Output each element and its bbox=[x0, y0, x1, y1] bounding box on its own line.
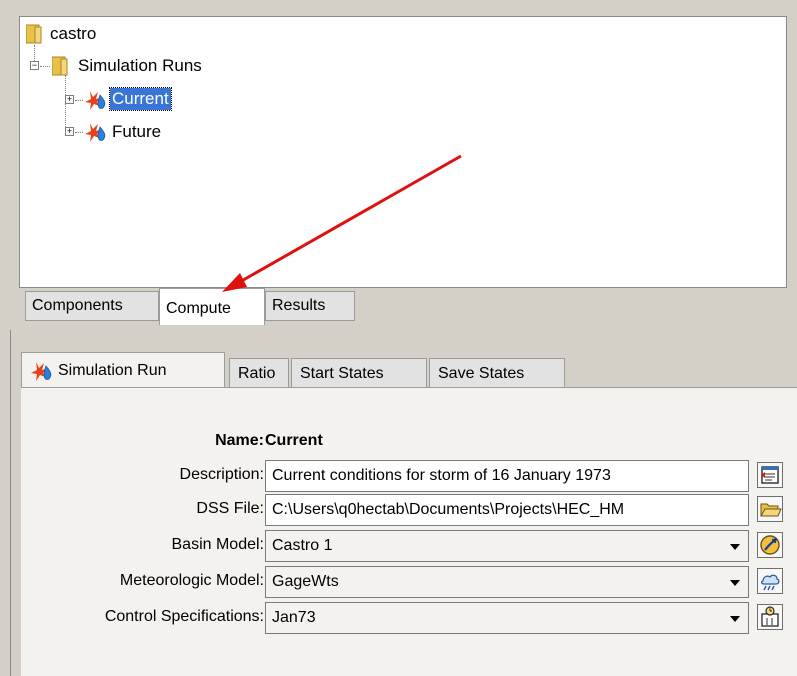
expand-icon[interactable]: + bbox=[65, 95, 74, 104]
control-specifications-value: Jan73 bbox=[272, 609, 316, 626]
tab-label: Components bbox=[32, 297, 123, 314]
watershed-explorer-tree[interactable]: castro − Simulation Runs + Current + Fut… bbox=[19, 16, 787, 288]
chevron-down-icon bbox=[730, 544, 740, 550]
chevron-down-icon bbox=[730, 580, 740, 586]
simulation-run-icon bbox=[31, 362, 52, 381]
hec-hms-window: castro − Simulation Runs + Current + Fut… bbox=[0, 0, 797, 676]
basin-model-open-button[interactable] bbox=[757, 532, 783, 558]
simulation-run-icon bbox=[85, 91, 106, 110]
collapse-icon[interactable]: − bbox=[30, 61, 39, 70]
folder-icon bbox=[26, 24, 42, 44]
tree-label-simulation-runs: Simulation Runs bbox=[78, 56, 202, 75]
tab-label: Save States bbox=[438, 365, 525, 382]
tab-simulation-run[interactable]: Simulation Run bbox=[21, 352, 225, 389]
chevron-down-icon bbox=[730, 616, 740, 622]
meteorologic-model-value: GageWts bbox=[272, 573, 339, 590]
tab-results[interactable]: Results bbox=[265, 291, 355, 321]
tab-compute[interactable]: Compute bbox=[159, 288, 265, 325]
tab-components[interactable]: Components bbox=[25, 291, 159, 321]
calendar-clock-icon bbox=[761, 606, 779, 627]
control-specifications-open-button[interactable] bbox=[757, 604, 783, 630]
description-label: Description: bbox=[179, 466, 264, 483]
description-editor-button[interactable] bbox=[757, 462, 783, 488]
folder-icon bbox=[52, 56, 68, 76]
dss-file-browse-button[interactable] bbox=[757, 496, 783, 522]
basin-model-select[interactable]: Castro 1 bbox=[265, 530, 749, 562]
name-row: Name: Current bbox=[21, 426, 797, 460]
dss-file-label: DSS File: bbox=[196, 500, 264, 517]
dss-file-field[interactable]: C:\Users\q0hectab\Documents\Projects\HEC… bbox=[265, 494, 749, 526]
tab-save-states[interactable]: Save States bbox=[429, 358, 565, 388]
component-editor: Simulation Run Ratio Start States Save S… bbox=[10, 330, 797, 676]
meteorologic-model-row: Meteorologic Model: GageWts bbox=[21, 566, 797, 600]
tree-label-root: castro bbox=[50, 24, 97, 43]
simulation-run-icon bbox=[85, 123, 106, 142]
tab-start-states[interactable]: Start States bbox=[291, 358, 427, 388]
name-value: Current bbox=[265, 432, 323, 449]
basin-model-value: Castro 1 bbox=[272, 537, 333, 554]
basin-model-icon bbox=[760, 535, 780, 555]
weather-icon bbox=[761, 574, 780, 591]
control-specifications-select[interactable]: Jan73 bbox=[265, 602, 749, 634]
tree-label-run-future: Future bbox=[112, 122, 162, 141]
description-row: Description: Current conditions for stor… bbox=[21, 460, 797, 494]
meteorologic-model-label: Meteorologic Model: bbox=[119, 572, 264, 589]
basin-model-row: Basin Model: Castro 1 bbox=[21, 530, 797, 564]
tree-connector bbox=[40, 66, 50, 67]
simulation-run-form: Name: Current Description: Current condi… bbox=[21, 387, 797, 676]
tab-label: Start States bbox=[300, 365, 384, 382]
tab-label: Compute bbox=[166, 300, 231, 317]
description-field[interactable]: Current conditions for storm of 16 Janua… bbox=[265, 460, 749, 492]
basin-model-label: Basin Model: bbox=[171, 536, 265, 553]
tab-label: Simulation Run bbox=[58, 362, 167, 379]
expand-icon[interactable]: + bbox=[65, 127, 74, 136]
tab-label: Results bbox=[272, 297, 326, 314]
tree-label-run-current: Current bbox=[109, 87, 172, 111]
open-folder-icon bbox=[760, 503, 782, 517]
name-label: Name: bbox=[215, 432, 264, 449]
notes-icon bbox=[761, 466, 779, 484]
meteorologic-model-open-button[interactable] bbox=[757, 568, 783, 594]
meteorologic-model-select[interactable]: GageWts bbox=[265, 566, 749, 598]
tab-label: Ratio bbox=[238, 365, 276, 382]
tab-ratio[interactable]: Ratio bbox=[229, 358, 289, 388]
explorer-tab-bar: Components Compute Results bbox=[19, 288, 787, 328]
control-specifications-label: Control Specifications: bbox=[104, 608, 264, 625]
tree-connector bbox=[75, 100, 83, 101]
control-specifications-row: Control Specifications: Jan73 bbox=[21, 602, 797, 636]
tree-connector bbox=[75, 132, 83, 133]
dss-file-row: DSS File: C:\Users\q0hectab\Documents\Pr… bbox=[21, 494, 797, 528]
